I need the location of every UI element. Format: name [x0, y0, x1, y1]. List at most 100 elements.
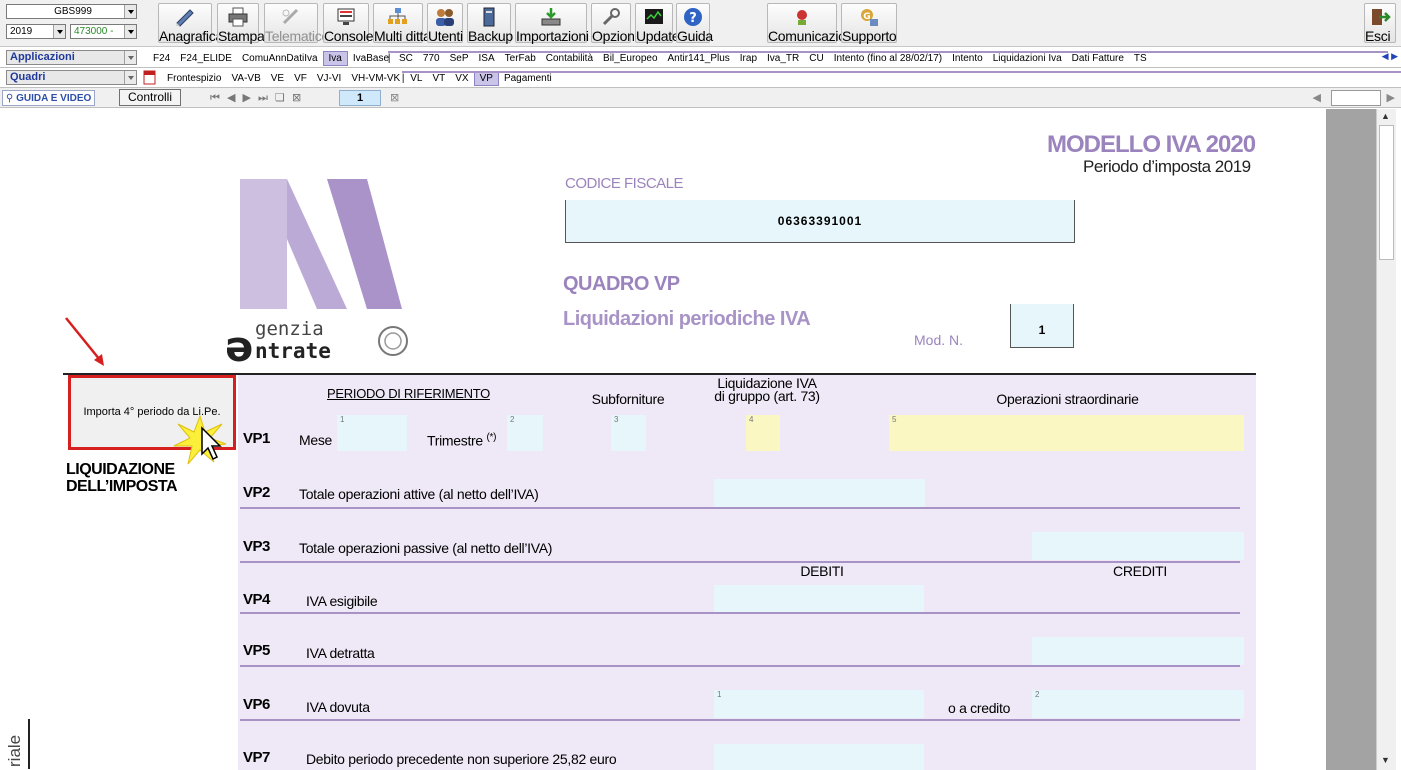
app-tab-f24-elide[interactable]: F24_ELIDE [175, 51, 237, 66]
scroll-left-icon[interactable]: ◀ [1313, 91, 1321, 104]
utenti-button[interactable]: Utenti [427, 3, 463, 44]
app-tab-cu[interactable]: CU [804, 51, 828, 66]
multi-ditta-button[interactable]: Multi ditta [373, 3, 431, 44]
quadro-tab-vt[interactable]: VT [427, 71, 450, 86]
quadro-tab-vp[interactable]: VP [473, 71, 499, 86]
app-tab-antir141-plus[interactable]: Antir141_Plus [663, 51, 735, 66]
vp6-debito-field[interactable]: 1 [714, 690, 924, 718]
company-combo[interactable]: GBS999 [6, 4, 137, 19]
esci-button[interactable]: Esci [1364, 3, 1396, 44]
app-tab-sep[interactable]: SeP [445, 51, 474, 66]
quadro-tab-vj-vi[interactable]: VJ-VI [312, 71, 346, 86]
svg-text:?: ? [689, 11, 697, 26]
supporto-button[interactable]: G Supporto [841, 3, 897, 44]
vp5-code: VP5 [243, 642, 270, 659]
applicazioni-select[interactable]: Applicazioni [6, 50, 137, 65]
app-tab-irap[interactable]: Irap [735, 51, 762, 66]
app-tab-iva[interactable]: Iva [322, 51, 348, 66]
chevron-down-icon[interactable] [124, 5, 136, 18]
prev-page-icon[interactable]: ◀ [227, 92, 237, 104]
telematico-button[interactable]: Telematico [264, 3, 329, 44]
vp1-subforniture-field[interactable]: 3 [611, 415, 646, 451]
quadri-select[interactable]: Quadri [6, 70, 137, 85]
page-delete-icon[interactable]: ⊠ [292, 92, 303, 104]
app-tab-iva-tr[interactable]: Iva_TR [762, 51, 804, 66]
app-tab-intento[interactable]: Intento [947, 51, 988, 66]
vp1-trimestre-field[interactable]: 2 [507, 415, 543, 451]
importazioni-button[interactable]: Importazioni [515, 3, 589, 44]
console-button[interactable]: Console [323, 3, 374, 44]
last-page-icon[interactable]: ⏭ [258, 92, 270, 104]
vp5-field[interactable] [1032, 637, 1244, 665]
ditta-combo[interactable]: 473000 - [70, 24, 137, 39]
app-tab-intento-fino-al-28-02-17-[interactable]: Intento (fino al 28/02/17) [829, 51, 947, 66]
app-tab-770[interactable]: 770 [418, 51, 445, 66]
vp6-credito-field[interactable]: 2 [1032, 690, 1244, 718]
quadro-tab-pagamenti[interactable]: Pagamenti [499, 71, 557, 86]
vp1-liquidazione-gruppo-field[interactable]: 4 [746, 415, 780, 451]
quadro-tab-ve[interactable]: VE [266, 71, 289, 86]
scroll-down-icon[interactable]: ▼ [1381, 755, 1390, 765]
page-copy-icon[interactable]: ❏ [275, 92, 287, 104]
app-tab-bil-europeo[interactable]: Bil_Europeo [598, 51, 662, 66]
app-tab-f24[interactable]: F24 [148, 51, 175, 66]
tab-scroll-arrows-icon[interactable]: ◀ ▶ [1382, 51, 1398, 62]
vp1-operazioni-straordinarie-field[interactable]: 5 [889, 415, 1244, 451]
quadro-tab-frontespizio[interactable]: Frontespizio [162, 71, 226, 86]
scroll-thumb[interactable] [1379, 125, 1394, 260]
quadro-tab-vf[interactable]: VF [289, 71, 312, 86]
vp2-field[interactable] [714, 479, 925, 507]
chevron-down-icon[interactable] [124, 25, 136, 38]
year-combo[interactable]: 2019 [6, 24, 66, 39]
next-page-icon[interactable]: ▶ [243, 92, 253, 104]
page-nav-buttons: ⏮ ◀ ▶ ⏭ ❏ ⊠ [210, 91, 303, 105]
quadri-tabs: Frontespizio | VA-VB | VE | VF | VJ-VI | VH-VM-VK |… [162, 71, 1401, 86]
page-number-field[interactable]: 1 [339, 90, 381, 106]
app-tab-contabilit-[interactable]: Contabilità [541, 51, 598, 66]
update-button[interactable]: Update [635, 3, 680, 44]
scroll-up-icon[interactable]: ▲ [1381, 111, 1390, 121]
app-tab-sc[interactable]: SC [394, 51, 418, 66]
agenzia-entrate-logo: genzia ntrate ə [227, 179, 408, 369]
vp3-field[interactable] [1032, 532, 1244, 560]
chevron-down-icon[interactable] [124, 51, 136, 64]
comunicazioni-button[interactable]: Comunicazioni [767, 3, 856, 44]
quadro-tab-vx[interactable]: VX [450, 71, 473, 86]
guida-video-button[interactable]: ⚲ GUIDA E VIDEO [2, 90, 96, 106]
app-tab-terfab[interactable]: TerFab [500, 51, 541, 66]
guida-button[interactable]: ? Guida [676, 3, 713, 44]
app-tab-liquidazioni-iva[interactable]: Liquidazioni Iva [988, 51, 1067, 66]
quadro-tab-va-vb[interactable]: VA-VB [226, 71, 265, 86]
svg-text:G: G [863, 12, 870, 22]
backup-button[interactable]: Backup [467, 3, 513, 44]
quadro-tab-vl[interactable]: VL [405, 71, 427, 86]
first-page-icon[interactable]: ⏮ [210, 92, 222, 104]
stampa-button[interactable]: Stampa [217, 3, 265, 44]
app-tab-isa[interactable]: ISA [474, 51, 500, 66]
app-tab-ts[interactable]: TS [1129, 51, 1152, 66]
mod-n-field[interactable]: 1 [1010, 304, 1074, 348]
scroll-right-icon[interactable]: ▶ [1387, 91, 1395, 104]
opzioni-button[interactable]: Opzioni [591, 3, 638, 44]
codice-fiscale-field[interactable]: 06363391001 [565, 200, 1075, 243]
vertical-scrollbar[interactable]: ▲ ▼ [1376, 109, 1396, 770]
backup-icon [483, 7, 495, 27]
codice-fiscale-label: CODICE FISCALE [565, 175, 684, 192]
pdf-icon[interactable] [143, 70, 157, 85]
vp4-field[interactable] [714, 585, 924, 613]
app-tab-dati-fatture[interactable]: Dati Fatture [1067, 51, 1129, 66]
printer-icon [228, 7, 248, 27]
page-remove-icon[interactable]: ⊠ [390, 91, 399, 104]
controlli-button[interactable]: Controlli [119, 89, 181, 106]
chevron-down-icon[interactable] [124, 71, 136, 84]
section-title: LIQUIDAZIONE DELL’IMPOSTA [66, 461, 178, 495]
vp7-field[interactable] [714, 744, 924, 770]
logo-text-agenzia: genzia [255, 318, 324, 340]
zoom-field[interactable] [1331, 90, 1381, 106]
chevron-down-icon[interactable] [53, 25, 65, 38]
anagrafica-button[interactable]: Anagrafica [158, 3, 223, 44]
quadro-tab-vh-vm-vk[interactable]: VH-VM-VK [346, 71, 405, 86]
vp1-mese-field[interactable]: 1 [337, 415, 407, 451]
comunicazioni-icon [797, 10, 807, 25]
app-tab-comuanndatiiva[interactable]: ComuAnnDatiIva [237, 51, 323, 66]
